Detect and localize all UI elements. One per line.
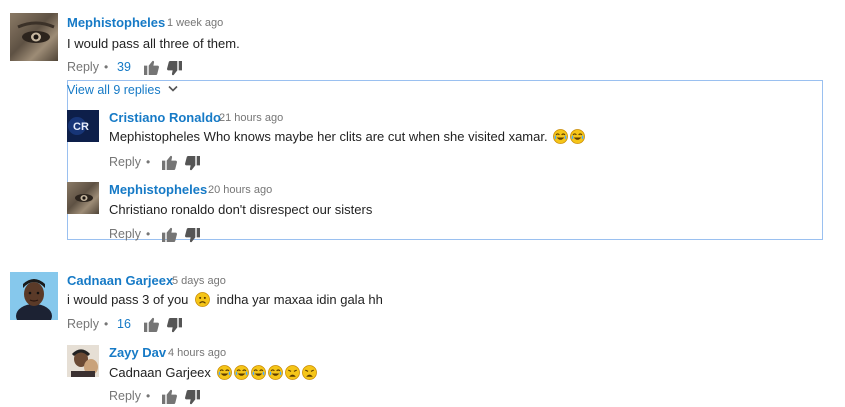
- comment-time[interactable]: 1 week ago: [167, 17, 223, 29]
- reply-text-content: Cadnaan Garjeex: [109, 365, 211, 380]
- comment-text: i would pass 3 of you indha yar maxaa id…: [67, 292, 383, 307]
- comment-actions: Reply • 39: [67, 60, 267, 76]
- joy-emoji-icon: [234, 365, 249, 380]
- avatar[interactable]: [67, 345, 99, 377]
- like-count: 16: [117, 317, 131, 331]
- joy-emoji-icon: [251, 365, 266, 380]
- thumb-up-icon[interactable]: [144, 317, 159, 332]
- avatar[interactable]: [10, 272, 58, 320]
- comment-author[interactable]: Cadnaan Garjeex: [67, 273, 173, 288]
- avatar[interactable]: CR: [67, 110, 99, 142]
- reply-text: Cadnaan Garjeex: [109, 365, 317, 380]
- thumb-up-icon[interactable]: [162, 389, 177, 404]
- thumb-down-icon[interactable]: [185, 390, 200, 405]
- separator-dot: •: [104, 317, 109, 331]
- like-count: 39: [117, 60, 131, 74]
- thumb-down-icon[interactable]: [167, 61, 182, 76]
- comment-actions: Reply • 16: [67, 317, 267, 333]
- reply-button[interactable]: Reply: [67, 60, 99, 74]
- reply-button[interactable]: Reply: [109, 389, 141, 403]
- reply-button[interactable]: Reply: [109, 155, 141, 169]
- avatar-person-icon: [67, 345, 99, 377]
- weary-emoji-icon: [302, 365, 317, 380]
- weary-emoji-icon: [285, 365, 300, 380]
- comment-text-start: i would pass 3 of you: [67, 292, 189, 307]
- thumb-down-icon[interactable]: [185, 156, 200, 171]
- comment-author[interactable]: Mephistopheles: [67, 15, 165, 30]
- reply-actions: Reply •: [109, 227, 219, 243]
- joy-emoji-icon: [268, 365, 283, 380]
- reply-author[interactable]: Mephistopheles: [109, 182, 207, 197]
- reply-text: Christiano ronaldo don't disrespect our …: [109, 202, 373, 217]
- reply-author[interactable]: Zayy Dav: [109, 345, 166, 360]
- reply-author[interactable]: Cristiano Ronaldo: [109, 110, 221, 125]
- joy-emoji-icon: [217, 365, 232, 380]
- avatar-eye-icon: [17, 21, 55, 43]
- joy-emoji-icon: [553, 129, 568, 144]
- cr-logo-icon: CR: [67, 110, 99, 142]
- avatar[interactable]: [10, 13, 58, 61]
- avatar-eye-icon: [75, 194, 93, 202]
- thumb-down-icon[interactable]: [185, 228, 200, 243]
- separator-dot: •: [146, 155, 151, 169]
- comment-text-end: indha yar maxaa idin gala hh: [216, 292, 383, 307]
- reply-text-content: Mephistopheles Who knows maybe her clits…: [109, 129, 548, 144]
- thumb-up-icon[interactable]: [162, 155, 177, 170]
- reply-text: Mephistopheles Who knows maybe her clits…: [109, 129, 585, 144]
- thumb-down-icon[interactable]: [167, 318, 182, 333]
- chevron-down-icon: [168, 85, 178, 92]
- avatar[interactable]: [67, 182, 99, 214]
- reply-time[interactable]: 20 hours ago: [208, 184, 272, 196]
- comment-text: I would pass all three of them.: [67, 36, 240, 51]
- separator-dot: •: [104, 60, 109, 74]
- comment-time[interactable]: 5 days ago: [172, 275, 226, 287]
- thumb-up-icon[interactable]: [144, 60, 159, 75]
- reply-actions: Reply •: [109, 155, 219, 171]
- thumb-up-icon[interactable]: [162, 227, 177, 242]
- reply-actions: Reply •: [109, 389, 219, 405]
- separator-dot: •: [146, 389, 151, 403]
- avatar-person-icon: [10, 272, 58, 320]
- joy-emoji-icon: [570, 129, 585, 144]
- reply-time[interactable]: 21 hours ago: [219, 112, 283, 124]
- view-replies-button[interactable]: View all 9 replies: [67, 83, 178, 97]
- reply-button[interactable]: Reply: [109, 227, 141, 241]
- view-replies-label: View all 9 replies: [67, 83, 161, 97]
- separator-dot: •: [146, 227, 151, 241]
- frown-emoji-icon: [195, 292, 210, 307]
- reply-time[interactable]: 4 hours ago: [168, 347, 226, 359]
- reply-button[interactable]: Reply: [67, 317, 99, 331]
- svg-text:CR: CR: [73, 121, 89, 133]
